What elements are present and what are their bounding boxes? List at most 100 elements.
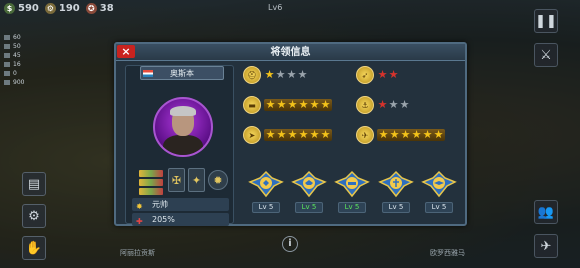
stat-icon	[4, 44, 10, 49]
star-icon: ★	[389, 128, 400, 141]
sun-medal-icon: ✹	[208, 170, 228, 190]
close-button[interactable]: ×	[117, 45, 135, 58]
star-medal-icon: ✦	[188, 168, 205, 192]
generals-button[interactable]: 👥	[534, 200, 558, 224]
stat-value: 0	[13, 70, 17, 77]
badge-level: Lv 5	[295, 202, 323, 213]
general-portrait	[153, 97, 213, 157]
general-name-bar: 奥斯本	[140, 66, 224, 80]
handshake-icon: ✋	[25, 240, 43, 256]
star-icon: ★	[422, 128, 433, 141]
air-button[interactable]: ✈	[534, 234, 558, 258]
dollar-icon: $	[4, 2, 15, 14]
skill-stars: ★ ★ ★ ★ ★ ★	[377, 129, 445, 141]
info-button[interactable]: i	[282, 236, 298, 252]
star-icon: ★	[377, 68, 388, 81]
stat-row: 16	[4, 61, 24, 68]
badge-level: Lv 5	[425, 202, 453, 213]
star-icon: ★	[320, 128, 331, 141]
star-icon: ★	[276, 98, 287, 111]
nation-flag-icon	[143, 70, 153, 77]
stat-icon	[4, 71, 10, 76]
badge-slot-4[interactable]: Lv 5	[378, 168, 414, 220]
skill-row-air[interactable]: ✈ ★ ★ ★ ★ ★ ★	[356, 126, 445, 144]
skill-row-navy[interactable]: ⚓ ★ ★ ★	[356, 96, 410, 114]
rank-row: ✸ 元帅	[132, 198, 229, 211]
stat-row: 900	[4, 79, 24, 86]
plane-icon: ✈	[540, 238, 552, 254]
helmet-icon: ⛑	[243, 66, 261, 84]
tank-icon: ▬	[243, 96, 261, 114]
diplomacy-button[interactable]: ✋	[22, 236, 46, 260]
star-icon: ★	[287, 128, 298, 141]
star-icon: ★	[309, 128, 320, 141]
portrait-hair	[170, 106, 196, 116]
rank-insignia-icon: ✸	[136, 202, 143, 211]
star-icon: ★	[265, 98, 276, 111]
badge-slot-3[interactable]: Lv 5	[334, 168, 370, 220]
stat-row: 60	[4, 34, 24, 41]
badge-slot-2[interactable]: Lv 5	[291, 168, 327, 220]
stat-icon	[4, 53, 10, 58]
star-icon: ★	[388, 68, 399, 81]
artillery-icon: ➶	[356, 66, 374, 84]
stat-value: 50	[13, 43, 21, 50]
stat-value: 60	[13, 34, 21, 41]
anchor-icon: ⚓	[356, 96, 374, 114]
portrait-body	[163, 135, 203, 155]
ribbon-stack	[139, 170, 163, 195]
settings-button[interactable]: ⚙	[22, 204, 46, 228]
skill-row-helmet[interactable]: ⛑ ★ ★ ★ ★	[243, 66, 308, 84]
badge-level: Lv 5	[252, 202, 280, 213]
badge-slot-1[interactable]: Lv 5	[248, 168, 284, 220]
star-icon: ★	[286, 68, 297, 81]
star-icon: ★	[276, 128, 287, 141]
skill-row-artillery[interactable]: ➶ ★ ★	[356, 66, 399, 84]
skill-row-tank[interactable]: ▬ ★ ★ ★ ★ ★ ★	[243, 96, 332, 114]
info-icon: i	[288, 238, 292, 249]
badge-level: Lv 5	[338, 202, 366, 213]
skill-stars: ★ ★	[377, 69, 399, 81]
star-icon: ★	[411, 128, 422, 141]
star-icon: ★	[400, 128, 411, 141]
medal-resource: ✪ 38	[85, 2, 114, 14]
skill-stars: ★ ★ ★ ★ ★ ★	[264, 99, 332, 111]
aircraft-icon: ✈	[356, 126, 374, 144]
stat-icon	[4, 80, 10, 85]
stat-value: 16	[13, 61, 21, 68]
cross-medal-icon: ✠	[168, 168, 185, 192]
star-icon: ★	[320, 98, 331, 111]
stat-value: 900	[13, 79, 25, 86]
wing-badge-icon	[291, 170, 327, 198]
star-icon: ★	[298, 98, 309, 111]
medal-value: 38	[99, 2, 114, 14]
general-profile-panel: 奥斯本 ✠ ✦ ✹ ✸ 元帅 ✚ 205%	[125, 65, 234, 226]
document-icon: ▤	[27, 176, 41, 192]
ribbon	[139, 170, 163, 177]
stat-icon	[4, 35, 10, 40]
resource-bar: $ 590 ⚙ 190 ✪ 38	[0, 0, 114, 16]
document-button[interactable]: ▤	[22, 172, 46, 196]
star-icon: ★	[309, 98, 320, 111]
stat-icon	[4, 62, 10, 67]
rocket-icon: ➤	[243, 126, 261, 144]
skill-stars: ★ ★ ★	[377, 99, 410, 111]
star-icon: ★	[433, 128, 444, 141]
medal-icon: ✪	[85, 2, 97, 14]
battle-button[interactable]: ⚔	[534, 43, 558, 67]
gear-icon: ⚙	[28, 208, 40, 224]
health-icon: ✚	[136, 217, 143, 226]
badge-slot-5[interactable]: Lv 5	[421, 168, 457, 220]
wing-badge-icon	[378, 170, 414, 198]
skill-stars: ★ ★ ★ ★ ★ ★	[264, 129, 332, 141]
dialog-title: 将领信息	[116, 44, 465, 61]
left-stats: 60 50 45 16 0 900	[4, 34, 24, 86]
star-icon: ★	[287, 98, 298, 111]
pause-button[interactable]: ❚❚	[534, 9, 558, 33]
star-icon: ★	[265, 128, 276, 141]
stat-value: 45	[13, 52, 21, 59]
industry-value: 190	[58, 2, 80, 14]
gear-icon: ⚙	[44, 2, 56, 14]
wing-badge-icon	[334, 170, 370, 198]
skill-row-rocket[interactable]: ➤ ★ ★ ★ ★ ★ ★	[243, 126, 332, 144]
